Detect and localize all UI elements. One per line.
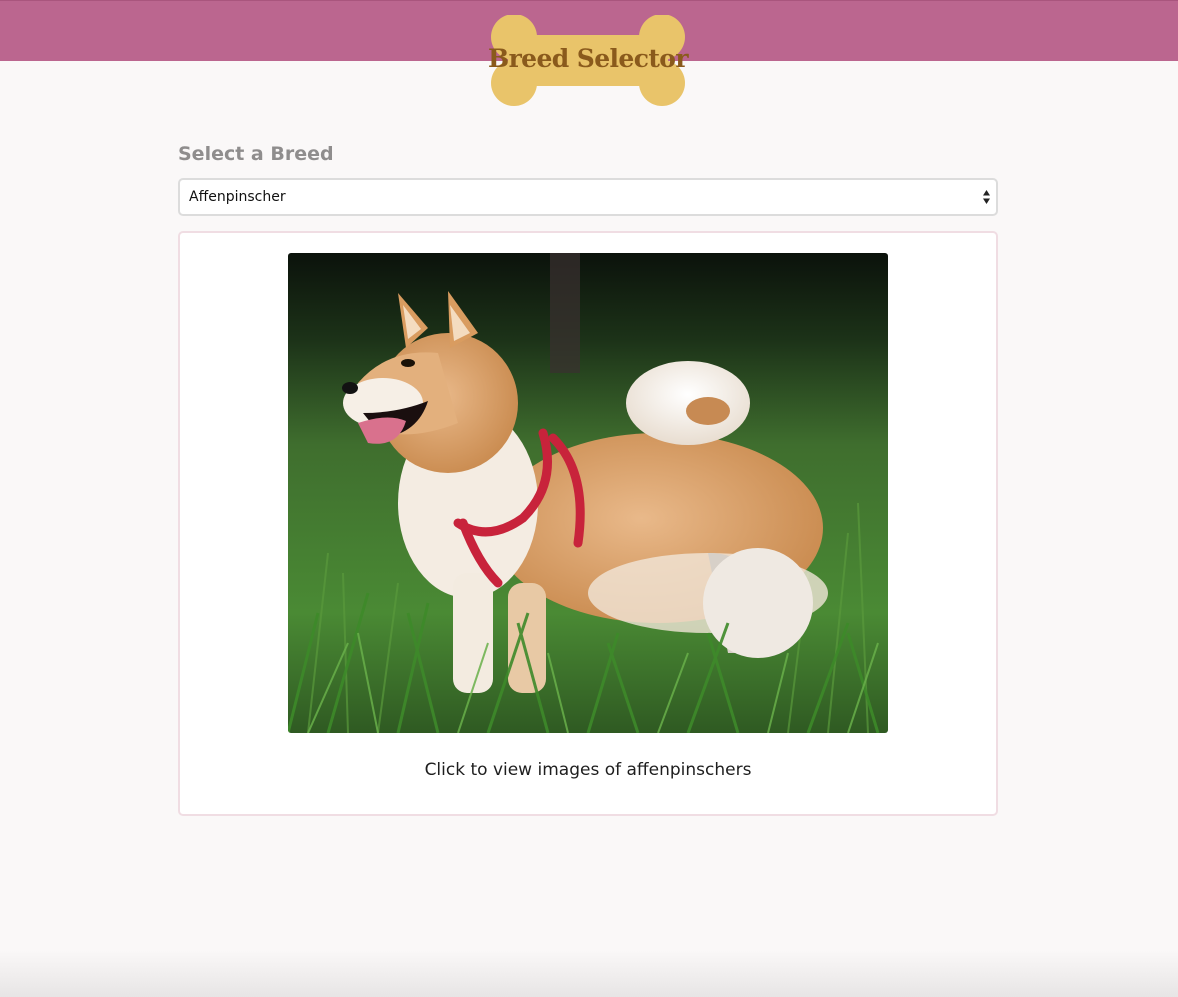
view-images-caption[interactable]: Click to view images of affenpinschers bbox=[180, 760, 996, 780]
breed-select-value: Affenpinscher bbox=[189, 189, 286, 205]
up-down-arrows-icon bbox=[983, 190, 990, 204]
breed-select[interactable]: Affenpinscher bbox=[178, 178, 998, 216]
dog-photo[interactable] bbox=[288, 253, 888, 733]
select-breed-label: Select a Breed bbox=[178, 143, 334, 165]
breed-card: Click to view images of affenpinschers bbox=[178, 231, 998, 816]
bottom-shadow bbox=[0, 950, 1178, 997]
logo[interactable]: Breed Selector bbox=[488, 15, 689, 106]
dog-image bbox=[288, 253, 888, 733]
logo-text: Breed Selector bbox=[488, 44, 688, 73]
